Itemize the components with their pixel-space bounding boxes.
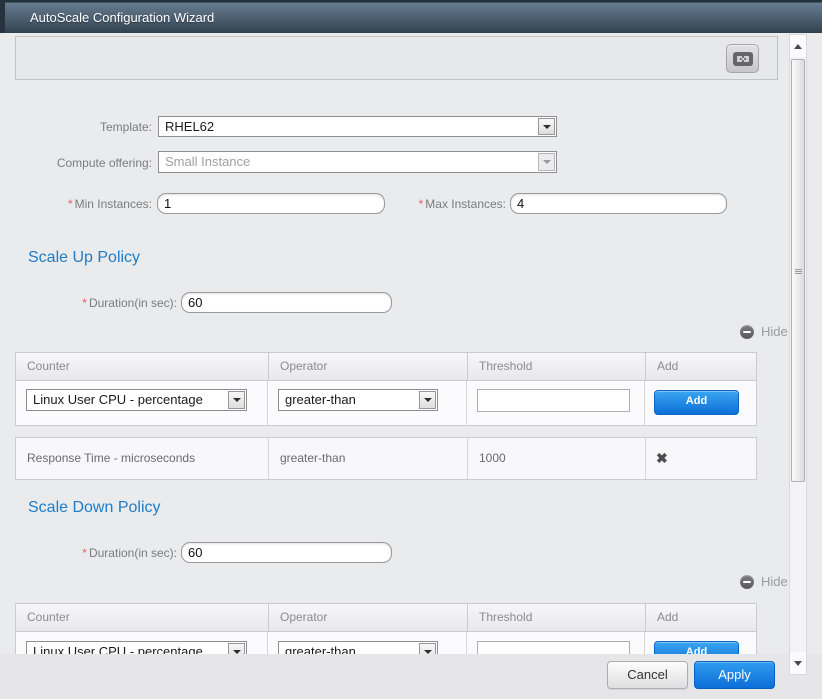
counter-cell: Linux User CPU - percentage bbox=[16, 632, 268, 654]
operator-select-arrow-button[interactable] bbox=[419, 643, 436, 654]
counter-select-arrow-button[interactable] bbox=[228, 391, 245, 409]
column-header-counter: Counter bbox=[16, 353, 269, 380]
scale-up-operator-select-value: greater-than bbox=[285, 390, 415, 410]
template-select-arrow-button[interactable] bbox=[538, 118, 555, 135]
scrollbar-down-button[interactable] bbox=[790, 652, 806, 674]
dropdown-arrow-icon bbox=[543, 125, 551, 129]
counter-cell: Linux User CPU - percentage bbox=[16, 381, 268, 425]
scale-down-operator-select-value: greater-than bbox=[285, 642, 415, 654]
min-instances-label: *Min Instances: bbox=[0, 197, 152, 211]
column-header-add: Add bbox=[646, 604, 756, 631]
scale-up-condition-row: Response Time - microseconds greater-tha… bbox=[15, 437, 757, 480]
scale-up-duration-input[interactable] bbox=[181, 292, 392, 313]
scale-down-policy-heading: Scale Down Policy bbox=[28, 499, 161, 517]
minus-icon bbox=[740, 325, 754, 339]
template-select[interactable]: RHEL62 bbox=[158, 116, 557, 137]
dropdown-arrow-icon bbox=[424, 398, 432, 402]
view-toggle-icon bbox=[733, 52, 753, 66]
condition-counter: Response Time - microseconds bbox=[16, 438, 269, 479]
scrollbar-grip-icon bbox=[795, 269, 802, 274]
scale-up-editor-row: Linux User CPU - percentage greater-than… bbox=[15, 381, 757, 426]
max-instances-label-text: Max Instances: bbox=[425, 197, 506, 211]
template-label-text: Template: bbox=[100, 120, 152, 134]
template-select-value: RHEL62 bbox=[165, 117, 534, 136]
scale-down-editor-row-clipped: Linux User CPU - percentage greater-than… bbox=[15, 632, 757, 654]
threshold-cell bbox=[467, 632, 645, 654]
scale-up-hide-button[interactable]: Hide bbox=[740, 324, 788, 339]
scale-down-hide-label: Hide bbox=[761, 574, 788, 589]
scroll-up-icon bbox=[794, 44, 802, 49]
compute-offering-label-text: Compute offering: bbox=[57, 156, 152, 170]
dialog-title: AutoScale Configuration Wizard bbox=[30, 2, 214, 33]
delete-condition-icon[interactable]: ✖ bbox=[646, 450, 668, 466]
cancel-button[interactable]: Cancel bbox=[607, 661, 688, 689]
compute-offering-select: Small Instance bbox=[158, 151, 557, 173]
scale-down-threshold-input[interactable] bbox=[477, 641, 630, 654]
dialog-footer: Cancel Apply bbox=[0, 654, 822, 699]
scale-down-add-button[interactable]: Add bbox=[654, 641, 739, 654]
scale-down-duration-label-text: Duration(in sec): bbox=[89, 546, 177, 560]
threshold-cell bbox=[467, 381, 645, 425]
scale-up-hide-label: Hide bbox=[761, 324, 788, 339]
scale-down-table-header: Counter Operator Threshold Add bbox=[15, 603, 757, 632]
autoscale-wizard-dialog: AutoScale Configuration Wizard Template:… bbox=[0, 0, 822, 699]
scale-up-table-header: Counter Operator Threshold Add bbox=[15, 352, 757, 381]
required-asterisk: * bbox=[82, 546, 87, 560]
dialog-titlebar: AutoScale Configuration Wizard bbox=[0, 0, 822, 33]
scale-down-counter-select[interactable]: Linux User CPU - percentage bbox=[26, 641, 247, 654]
minus-icon bbox=[740, 575, 754, 589]
scale-up-duration-label: *Duration(in sec): bbox=[0, 296, 177, 310]
column-header-operator: Operator bbox=[269, 353, 468, 380]
scale-up-counter-select[interactable]: Linux User CPU - percentage bbox=[26, 389, 247, 411]
operator-cell: greater-than bbox=[268, 381, 467, 425]
compute-offering-label: Compute offering: bbox=[0, 156, 152, 170]
dropdown-arrow-icon bbox=[233, 398, 241, 402]
scale-down-counter-select-value: Linux User CPU - percentage bbox=[33, 642, 224, 654]
dropdown-arrow-icon bbox=[543, 160, 551, 164]
scroll-down-icon bbox=[794, 661, 802, 666]
min-instances-input[interactable] bbox=[157, 193, 385, 214]
required-asterisk: * bbox=[419, 197, 424, 211]
condition-operator: greater-than bbox=[269, 438, 468, 479]
max-instances-input[interactable] bbox=[510, 193, 727, 214]
template-label: Template: bbox=[0, 120, 152, 134]
column-header-counter: Counter bbox=[16, 604, 269, 631]
required-asterisk: * bbox=[68, 197, 73, 211]
scale-down-duration-input[interactable] bbox=[181, 542, 392, 563]
vertical-scrollbar[interactable] bbox=[789, 34, 807, 675]
scale-down-hide-button[interactable]: Hide bbox=[740, 574, 788, 589]
scale-up-counter-select-value: Linux User CPU - percentage bbox=[33, 390, 224, 410]
column-header-operator: Operator bbox=[269, 604, 468, 631]
compute-offering-select-value: Small Instance bbox=[165, 152, 534, 172]
scale-up-policy-heading: Scale Up Policy bbox=[28, 249, 140, 267]
required-asterisk: * bbox=[82, 296, 87, 310]
scale-up-add-button[interactable]: Add bbox=[654, 390, 739, 415]
column-header-threshold: Threshold bbox=[468, 604, 646, 631]
view-toggle-button[interactable] bbox=[726, 44, 759, 73]
compute-offering-select-arrow-button bbox=[538, 153, 555, 171]
min-instances-label-text: Min Instances: bbox=[75, 197, 152, 211]
counter-select-arrow-button[interactable] bbox=[228, 643, 245, 654]
scrollbar-up-button[interactable] bbox=[790, 35, 806, 57]
add-cell: Add bbox=[645, 381, 756, 425]
scale-up-threshold-input[interactable] bbox=[477, 389, 630, 412]
apply-button[interactable]: Apply bbox=[694, 661, 775, 689]
operator-select-arrow-button[interactable] bbox=[419, 391, 436, 409]
condition-actions: ✖ bbox=[646, 438, 756, 479]
scale-down-duration-label: *Duration(in sec): bbox=[0, 546, 177, 560]
scale-down-operator-select[interactable]: greater-than bbox=[278, 641, 438, 654]
scale-up-duration-label-text: Duration(in sec): bbox=[89, 296, 177, 310]
scale-up-operator-select[interactable]: greater-than bbox=[278, 389, 438, 411]
operator-cell: greater-than bbox=[268, 632, 467, 654]
column-header-threshold: Threshold bbox=[468, 353, 646, 380]
header-panel bbox=[15, 36, 778, 80]
scrollbar-thumb[interactable] bbox=[791, 59, 805, 482]
add-cell: Add bbox=[645, 632, 756, 654]
max-instances-label: *Max Instances: bbox=[400, 197, 506, 211]
condition-threshold: 1000 bbox=[468, 438, 646, 479]
column-header-add: Add bbox=[646, 353, 756, 380]
